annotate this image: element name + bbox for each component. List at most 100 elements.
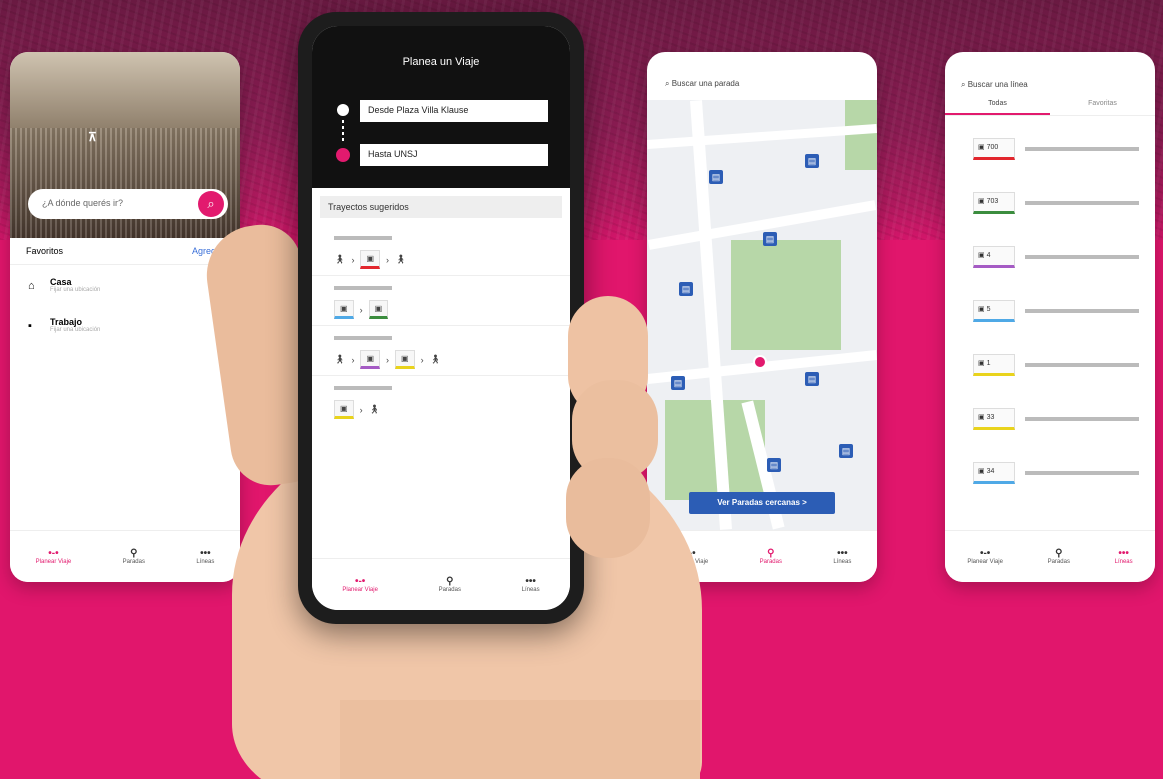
bus-icon: ▣ xyxy=(366,254,374,263)
tab-plan-trip[interactable]: •-•Planear Viaje xyxy=(342,576,378,593)
route-option[interactable]: 🚶︎ › ▣ › ▣ › 🚶︎ xyxy=(312,326,570,376)
bus-stop-icon[interactable]: ▤ xyxy=(679,282,693,296)
briefcase-icon: ▪ xyxy=(28,320,32,332)
bus-stop-icon[interactable]: ▤ xyxy=(805,154,819,168)
stop-pin-icon: ⚲ xyxy=(1055,548,1063,559)
tab-stops[interactable]: ⚲ Paradas xyxy=(760,548,782,565)
line-name-placeholder xyxy=(1025,255,1139,259)
arrow-icon: › xyxy=(359,304,363,315)
search-placeholder: Buscar una parada xyxy=(671,79,740,88)
favorites-header: Favoritos Agregar xyxy=(10,238,240,265)
bus-stop-icon[interactable]: ▤ xyxy=(767,458,781,472)
bus-stop-icon[interactable]: ▤ xyxy=(839,444,853,458)
tab-label: Líneas xyxy=(1114,559,1133,565)
line-name-placeholder xyxy=(1025,417,1139,421)
line-badge: ▣ 33 xyxy=(973,408,1015,430)
line-row[interactable]: ▣ 33 xyxy=(973,392,1139,446)
stop-pin-icon: ⚲ xyxy=(767,548,775,559)
walk-icon: 🚶︎ xyxy=(368,404,380,414)
line-name-placeholder xyxy=(1025,471,1139,475)
favorite-name: Casa xyxy=(50,277,72,287)
tab-lines[interactable]: ••• Líneas xyxy=(1115,548,1133,565)
tab-label: Paradas xyxy=(1047,559,1070,565)
tab-favorites[interactable]: Favoritas xyxy=(1050,94,1155,115)
arrow-icon: › xyxy=(386,354,389,365)
tab-stops[interactable]: ⚲ Paradas xyxy=(439,576,461,593)
bus-stop-icon[interactable]: ▤ xyxy=(763,232,777,246)
search-icon: ⌕ xyxy=(665,79,670,88)
route-time-placeholder xyxy=(334,336,392,340)
tab-plan-trip[interactable]: •-•Planear Viaje xyxy=(36,548,72,565)
route-steps: ▣ › ▣ xyxy=(334,300,548,319)
search-icon: ⌕ xyxy=(961,80,966,89)
tab-label: Paradas xyxy=(759,559,782,565)
destination-input[interactable]: Hasta UNSJ xyxy=(360,144,548,166)
route-steps: 🚶︎ › ▣ › ▣ › 🚶︎ xyxy=(334,350,548,369)
bus-chip: ▣ xyxy=(360,350,380,369)
bus-stop-icon[interactable]: ▤ xyxy=(671,376,685,390)
bus-chip: ▣ xyxy=(368,300,389,319)
map-view[interactable]: ▤ ▤ ▤ ▤ ▤ ▤ ▤ ▤ xyxy=(647,100,877,530)
bus-icon: ▣ xyxy=(978,252,987,259)
line-row[interactable]: ▣ 1 xyxy=(973,338,1139,392)
line-name-placeholder xyxy=(1025,201,1139,205)
route-option[interactable]: ▣ › 🚶︎ xyxy=(312,376,570,425)
line-code: 703 xyxy=(986,198,999,205)
hero-image: ⊼ ¿A dónde querés ir? ⌕ xyxy=(10,52,240,238)
route-option[interactable]: 🚶︎ › ▣ › 🚶︎ xyxy=(312,226,570,276)
tab-plan-trip[interactable]: •-•Planear Viaje xyxy=(967,548,1003,565)
route-icon: •-• xyxy=(979,548,991,559)
line-row[interactable]: ▣ 4 xyxy=(973,230,1139,284)
park-area xyxy=(731,240,841,350)
route-time-placeholder xyxy=(334,236,392,240)
favorite-subtitle: Fijar una ubicación xyxy=(50,327,101,333)
tab-label: Líneas xyxy=(521,587,540,593)
bus-icon: ▣ xyxy=(340,404,348,413)
tab-stops[interactable]: ⚲ Paradas xyxy=(1048,548,1070,565)
bus-icon: ▣ xyxy=(978,144,987,151)
nearby-stops-button[interactable]: Ver Paradas cercanas > xyxy=(689,492,835,514)
route-steps: 🚶︎ › ▣ › 🚶︎ xyxy=(334,250,548,269)
bus-icon: ▣ xyxy=(340,304,348,313)
line-code: 5 xyxy=(986,306,991,313)
line-row[interactable]: ▣ 34 xyxy=(973,446,1139,500)
route-icon: •-• xyxy=(48,548,59,559)
route-option[interactable]: ▣ › ▣ xyxy=(312,276,570,326)
stop-pin-icon: ⚲ xyxy=(130,548,138,559)
line-search-input[interactable]: ⌕ Buscar una línea xyxy=(945,52,1155,94)
bus-chip: ▣ xyxy=(395,350,415,369)
line-row[interactable]: ▣ 700 xyxy=(973,122,1139,176)
bus-icon: ▣ xyxy=(366,354,374,363)
tab-label: Líneas xyxy=(196,559,215,565)
origin-input[interactable]: Desde Plaza Villa Klause xyxy=(360,100,548,122)
bottom-nav: •-•Planear Viaje ⚲Paradas •••Líneas xyxy=(10,530,240,582)
tab-lines[interactable]: ••• Líneas xyxy=(833,548,851,565)
tab-label: Paradas xyxy=(122,559,145,565)
favorite-item-trabajo[interactable]: ▪ Trabajo Fijar una ubicación › xyxy=(10,305,240,345)
tab-lines[interactable]: ••• Líneas xyxy=(522,576,540,593)
plan-title: Planea un Viaje xyxy=(402,56,480,68)
tab-lines[interactable]: ••• Líneas xyxy=(196,548,214,565)
bus-icon: ▣ xyxy=(978,360,987,367)
tab-stops[interactable]: ⚲ Paradas xyxy=(123,548,145,565)
stop-search-input[interactable]: ⌕ Buscar una parada xyxy=(657,74,867,94)
favorite-item-casa[interactable]: ⌂ Casa Fijar una ubicación › xyxy=(10,265,240,305)
line-name-placeholder xyxy=(1025,147,1139,151)
walk-icon: 🚶︎ xyxy=(395,254,407,264)
home-screen: ⊼ ¿A dónde querés ir? ⌕ Favoritos Agrega… xyxy=(10,52,240,582)
search-placeholder: ¿A dónde querés ir? xyxy=(42,198,124,208)
tab-all[interactable]: Todas xyxy=(945,94,1050,115)
search-icon[interactable]: ⌕ xyxy=(198,191,224,217)
destination-search[interactable]: ¿A dónde querés ir? ⌕ xyxy=(28,189,228,219)
city-photo xyxy=(10,128,240,238)
bus-stop-icon[interactable]: ▤ xyxy=(805,372,819,386)
line-row[interactable]: ▣ 703 xyxy=(973,176,1139,230)
main-phone: Planea un Viaje Desde Plaza Villa Klause… xyxy=(298,12,584,624)
arrow-icon: › xyxy=(386,254,389,265)
line-row[interactable]: ▣ 5 xyxy=(973,284,1139,338)
hand-finger xyxy=(566,458,650,558)
lines-icon: ••• xyxy=(1118,548,1129,559)
bus-stop-icon[interactable]: ▤ xyxy=(709,170,723,184)
line-name-placeholder xyxy=(1025,363,1139,367)
current-location-marker xyxy=(753,355,767,369)
